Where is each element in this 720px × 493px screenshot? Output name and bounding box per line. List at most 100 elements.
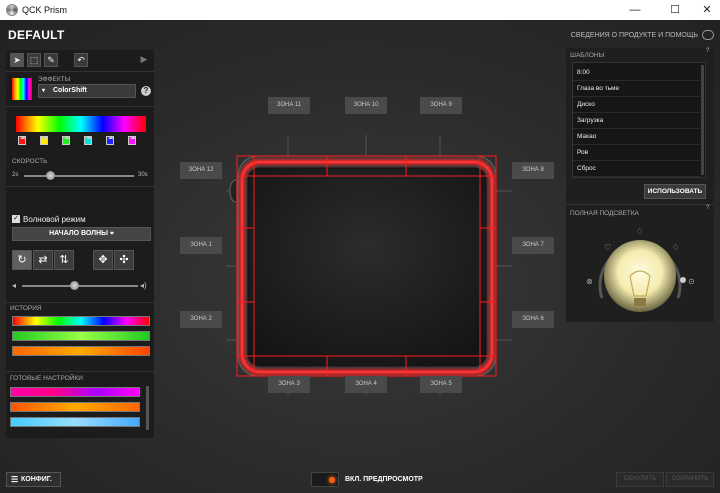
divider	[6, 106, 154, 107]
effects-label: ЭФФЕКТЫ	[38, 76, 71, 83]
zone-9-button[interactable]: ЗОНА 9	[420, 97, 462, 114]
preview-toggle[interactable]	[311, 472, 339, 487]
toggle-indicator	[329, 477, 335, 483]
templates-scrollbar[interactable]	[701, 65, 704, 175]
bulb-right-icon: ⊙	[688, 277, 695, 286]
backlight-dial[interactable]: ♡ ♢ ♢ ⊗ ⊙	[572, 220, 708, 318]
close-button[interactable]: ✕	[690, 0, 720, 20]
divider	[566, 204, 714, 205]
volume-high-icon: ◂)	[140, 281, 147, 290]
bulb-left-icon: ⊗	[586, 277, 593, 286]
template-item[interactable]: 8:00	[573, 65, 701, 81]
template-item[interactable]: Диско	[573, 97, 701, 113]
help-icon[interactable]: ?	[141, 86, 151, 96]
speed-slider-track[interactable]	[24, 175, 134, 177]
color-stop[interactable]	[106, 136, 114, 145]
zone-10-button[interactable]: ЗОНА 10	[345, 97, 387, 114]
zone-2-button[interactable]: ЗОНА 2	[180, 311, 222, 328]
select-rect-tool-icon[interactable]: ⬚	[27, 53, 41, 67]
bulb-base	[634, 298, 646, 306]
speed-min: 2s	[12, 172, 19, 178]
dial-knob[interactable]	[680, 277, 686, 283]
zone-11-button[interactable]: ЗОНА 11	[268, 97, 310, 114]
preset-item[interactable]	[10, 402, 140, 412]
horizontal-direction-icon[interactable]: ⇄	[33, 250, 53, 270]
speed-slider-knob[interactable]	[46, 171, 56, 180]
divider	[6, 71, 154, 72]
template-item[interactable]: Макао	[573, 129, 701, 145]
list-icon: ☰	[11, 475, 19, 484]
volume-slider-track[interactable]	[22, 285, 138, 287]
zone-5-button[interactable]: ЗОНА 5	[420, 376, 462, 393]
template-item[interactable]: Глаза во тьме	[573, 81, 701, 97]
templates-list: 8:00 Глаза во тьме Диско Загрузка Макао …	[572, 62, 706, 178]
zone-12-button[interactable]: ЗОНА 12	[180, 162, 222, 179]
zone-3-button[interactable]: ЗОНА 3	[268, 376, 310, 393]
effect-color-swatch	[12, 78, 32, 100]
effect-select[interactable]: ▾ ColorShift	[38, 84, 136, 98]
expand-direction-icon[interactable]: ✥	[93, 250, 113, 270]
wave-mode-checkbox[interactable]: ✓	[12, 215, 20, 223]
config-button[interactable]: ☰ КОНФИГ.	[6, 472, 61, 487]
presets-scrollbar[interactable]	[146, 386, 149, 430]
undo-icon[interactable]: ↶	[74, 53, 88, 67]
play-icon[interactable]: ▶	[137, 53, 151, 67]
start-wave-label: НАЧАЛО ВОЛНЫ	[49, 230, 108, 237]
presets-label: ГОТОВЫЕ НАСТРОЙКИ	[10, 375, 83, 382]
zone-8-button[interactable]: ЗОНА 8	[512, 162, 554, 179]
history-item[interactable]	[12, 316, 150, 326]
product-info-link[interactable]: СВЕДЕНИЯ О ПРОДУКТЕ И ПОМОЩЬ	[571, 32, 698, 39]
color-spectrum-bar[interactable]	[16, 116, 146, 132]
full-backlight-label: ПОЛНАЯ ПОДСВЕТКА	[570, 210, 639, 217]
maximize-button[interactable]: ☐	[658, 0, 692, 20]
divider	[6, 302, 154, 303]
history-item[interactable]	[12, 331, 150, 341]
template-item[interactable]: Ров	[573, 145, 701, 161]
divider	[6, 186, 154, 187]
vertical-direction-icon[interactable]: ⇅	[54, 250, 74, 270]
chevron-down-icon: ▾	[42, 88, 46, 94]
reset-button[interactable]: ОБНУЛИТЬ	[616, 472, 664, 487]
window-title: QCK Prism	[22, 5, 67, 15]
templates-help-icon[interactable]: ?	[706, 48, 709, 54]
left-panel: ➤ ⬚ ✎ ↶ ▶ ЭФФЕКТЫ ▾ ColorShift ? СКОРОСТ…	[6, 50, 154, 438]
pointer-tool-icon[interactable]: ➤	[10, 53, 24, 67]
color-stop[interactable]	[18, 136, 26, 145]
mousepad-cable	[229, 179, 237, 203]
backlight-help-icon[interactable]: ?	[706, 205, 709, 211]
color-stop[interactable]	[62, 136, 70, 145]
start-wave-button[interactable]: НАЧАЛО ВОЛНЫ ⌖	[12, 227, 151, 241]
volume-slider-knob[interactable]	[70, 281, 80, 290]
preset-item[interactable]	[10, 417, 140, 427]
config-label: КОНФИГ.	[21, 476, 52, 483]
effect-select-value: ColorShift	[53, 87, 87, 94]
volume-low-icon: ◂	[12, 281, 17, 290]
color-stop[interactable]	[128, 136, 136, 145]
minimize-button[interactable]: —	[618, 0, 652, 20]
magic-wand-tool-icon[interactable]: ✎	[44, 53, 58, 67]
right-panel: ШАБЛОНЫ ? 8:00 Глаза во тьме Диско Загру…	[566, 48, 714, 322]
zone-1-button[interactable]: ЗОНА 1	[180, 237, 222, 254]
color-stop[interactable]	[40, 136, 48, 145]
contract-direction-icon[interactable]: ✣	[114, 250, 134, 270]
divider	[6, 371, 154, 372]
profile-name: DEFAULT	[8, 28, 65, 42]
template-item[interactable]: Сброс	[573, 161, 701, 177]
use-template-button[interactable]: ИСПОЛЬЗОВАТЬ	[644, 184, 706, 199]
zone-7-button[interactable]: ЗОНА 7	[512, 237, 554, 254]
speed-label: СКОРОСТЬ	[12, 158, 48, 165]
bulb-top-icon: ♢	[636, 227, 643, 236]
crosshair-icon: ⌖	[109, 230, 114, 237]
color-stop[interactable]	[84, 136, 92, 145]
rotate-direction-icon[interactable]: ↻	[12, 250, 32, 270]
app-body: DEFAULT СВЕДЕНИЯ О ПРОДУКТЕ И ПОМОЩЬ ➤ ⬚…	[0, 20, 720, 493]
template-item[interactable]: Загрузка	[573, 113, 701, 129]
history-item[interactable]	[12, 346, 150, 356]
help-chat-icon[interactable]	[702, 30, 714, 40]
save-button[interactable]: СОХРАНИТЬ	[666, 472, 714, 487]
zone-4-button[interactable]: ЗОНА 4	[345, 376, 387, 393]
preset-item[interactable]	[10, 387, 140, 397]
app-icon	[6, 4, 18, 16]
mousepad-surface	[247, 167, 487, 367]
zone-6-button[interactable]: ЗОНА 6	[512, 311, 554, 328]
